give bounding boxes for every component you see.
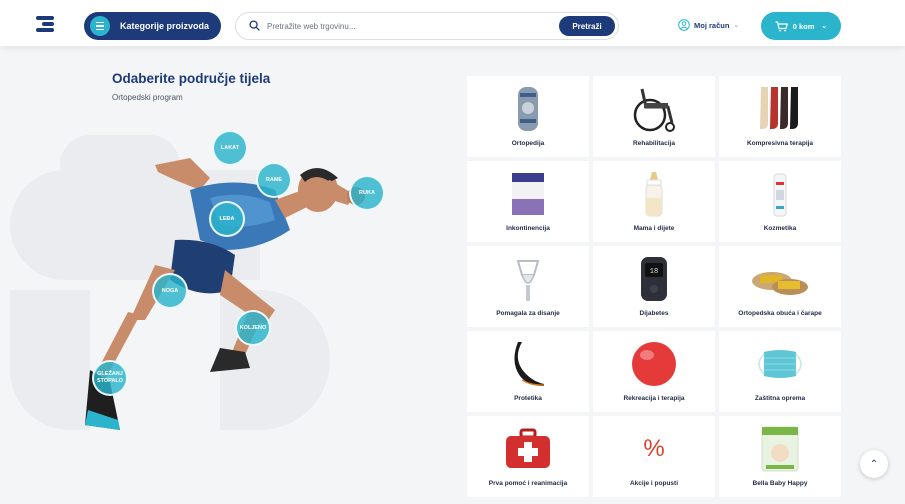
baby-diapers-icon — [750, 424, 810, 474]
chevron-down-icon: ⌄ — [821, 23, 828, 30]
category-card[interactable]: Rehabilitacija — [593, 76, 715, 157]
category-card[interactable]: Mama i dijete — [593, 161, 715, 242]
hero-title: Odaberite područje tijela — [112, 71, 271, 86]
category-label: Rekreacija i terapija — [623, 395, 685, 402]
category-grid: Ortopedija Rehabilitacija Kompresivna te… — [467, 76, 841, 497]
body-area-koljeno[interactable]: KOLJENO — [235, 310, 271, 346]
first-aid-kit-icon — [498, 424, 558, 474]
logo-icon[interactable] — [36, 16, 54, 32]
category-label: Pomagala za disanje — [496, 310, 560, 317]
category-label: Kompresivna terapija — [746, 140, 814, 147]
category-label: Inkontinencija — [506, 225, 550, 232]
exercise-ball-icon — [624, 339, 684, 389]
body-area-rame[interactable]: RAME — [256, 162, 292, 198]
search-bar: Pretraži — [235, 12, 619, 40]
cart-icon — [775, 20, 788, 31]
glucose-meter-icon: 18 — [624, 254, 684, 304]
category-card[interactable]: Bella Baby Happy — [719, 416, 841, 497]
category-card[interactable]: Kompresivna terapija — [719, 76, 841, 157]
prosthetic-foot-icon — [498, 339, 558, 389]
body-area-ruka[interactable]: RUKA — [349, 175, 385, 211]
diaper-pack-icon — [498, 169, 558, 219]
search-input[interactable] — [267, 17, 547, 35]
cosmetic-bottle-icon — [750, 169, 810, 219]
breathing-mask-icon — [498, 254, 558, 304]
category-card[interactable]: Protetika — [467, 331, 589, 412]
account-menu[interactable]: Moj račun ⌄ — [678, 19, 739, 31]
category-card[interactable]: Kozmetika — [719, 161, 841, 242]
svg-text:18: 18 — [650, 268, 658, 276]
knee-brace-icon — [498, 84, 558, 134]
category-card[interactable]: 18 Dijabetes — [593, 246, 715, 327]
category-label: Ortopedska obuća i čarape — [738, 310, 822, 317]
body-area-leda[interactable]: LEĐA — [209, 201, 245, 237]
category-label: Kozmetika — [763, 225, 797, 232]
site-header: Kategorije proizvoda Pretraži Moj račun … — [0, 0, 905, 46]
category-label: Mama i dijete — [633, 225, 675, 232]
categories-label: Kategorije proizvoda — [120, 21, 210, 31]
chevron-up-icon: ⌃ — [869, 458, 879, 470]
search-icon — [249, 20, 260, 31]
stockings-icon — [750, 84, 810, 134]
percent-icon: % — [624, 424, 684, 474]
category-label: Zaštitna oprema — [754, 395, 806, 402]
body-area-glezanj-stopalo[interactable]: GLEŽANJ STOPALO — [92, 360, 128, 396]
scroll-to-top-button[interactable]: ⌃ — [860, 450, 888, 478]
search-button[interactable]: Pretraži — [559, 16, 615, 36]
category-label: Akcije i popusti — [629, 480, 679, 487]
account-label: Moj račun — [694, 20, 730, 30]
category-label: Rehabilitacija — [633, 140, 675, 147]
category-card[interactable]: Prva pomoć i reanimacija — [467, 416, 589, 497]
hero-subtitle: Ortopedski program — [112, 93, 183, 102]
category-card[interactable]: Rekreacija i terapija — [593, 331, 715, 412]
category-card[interactable]: Ortopedska obuća i čarape — [719, 246, 841, 327]
body-area-noga[interactable]: NOGA — [152, 273, 188, 309]
categories-button[interactable]: Kategorije proizvoda — [84, 12, 221, 40]
category-label: Dijabetes — [639, 310, 669, 317]
cart-count: 0 kom — [792, 21, 815, 31]
category-card[interactable]: Inkontinencija — [467, 161, 589, 242]
baby-bottle-icon — [624, 169, 684, 219]
sandals-icon — [750, 254, 810, 304]
category-card[interactable]: Zaštitna oprema — [719, 331, 841, 412]
face-mask-icon — [750, 339, 810, 389]
body-area-lakat[interactable]: LAKAT — [212, 130, 248, 166]
percent-symbol: % — [643, 435, 665, 462]
wheelchair-icon — [624, 84, 684, 134]
category-label: Bella Baby Happy — [752, 480, 808, 487]
user-icon — [678, 19, 690, 31]
category-label: Protetika — [514, 395, 542, 402]
menu-icon — [90, 16, 110, 36]
category-label: Prva pomoć i reanimacija — [488, 480, 568, 487]
category-card[interactable]: Ortopedija — [467, 76, 589, 157]
cart-button[interactable]: 0 kom ⌄ — [761, 12, 841, 40]
category-card[interactable]: % Akcije i popusti — [593, 416, 715, 497]
category-label: Ortopedija — [511, 140, 545, 147]
category-card[interactable]: Pomagala za disanje — [467, 246, 589, 327]
chevron-down-icon: ⌄ — [733, 22, 740, 29]
